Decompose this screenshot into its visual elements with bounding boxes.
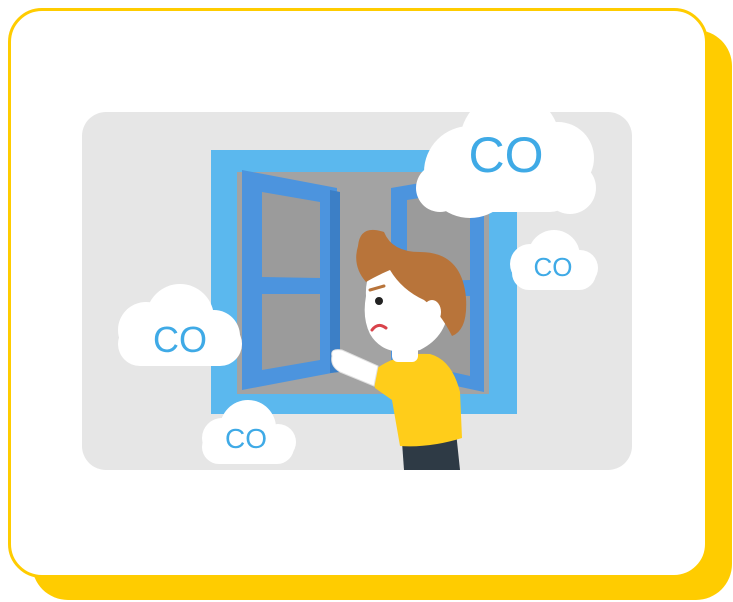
boy-eye: [375, 297, 383, 305]
window-left-sash: [242, 170, 340, 390]
co-cloud-large: CO: [416, 92, 596, 218]
co-label-right: CO: [534, 252, 573, 282]
stage: CO CO CO CO: [0, 0, 733, 602]
co-label-large: CO: [469, 127, 544, 183]
illustration-window-co: CO CO CO CO: [82, 92, 632, 470]
co-label-bottom: CO: [225, 423, 267, 454]
co-label-left: CO: [153, 319, 207, 360]
